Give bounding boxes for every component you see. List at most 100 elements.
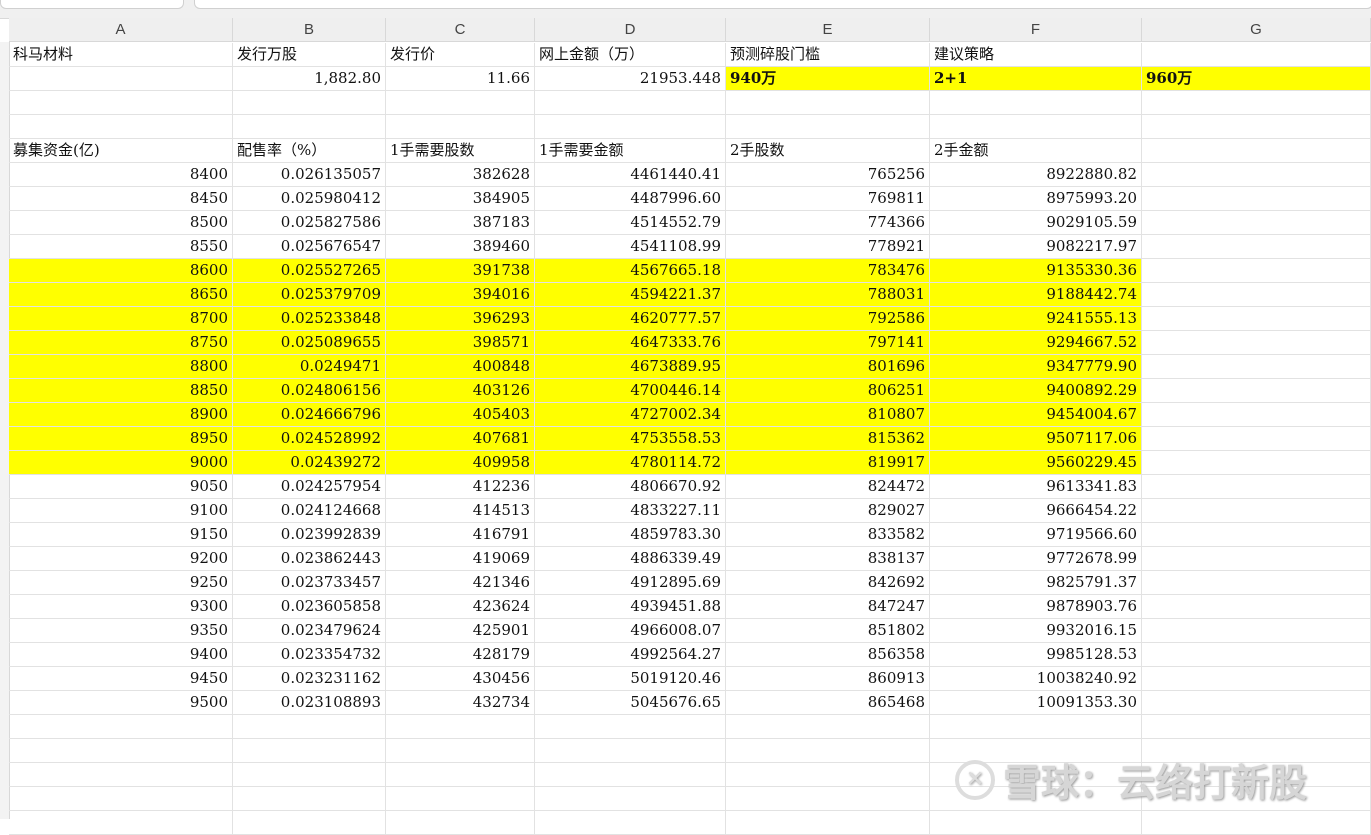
table-cell[interactable]: 0.023733457 [233,571,386,595]
table-cell[interactable]: 423624 [386,595,535,619]
cell-empty[interactable] [726,715,930,739]
cell-empty[interactable] [386,715,535,739]
table-cell[interactable]: 9200 [9,547,233,571]
cell-label[interactable]: 科马材料 [9,43,233,67]
table-cell[interactable] [1142,475,1371,499]
cell-empty[interactable] [233,739,386,763]
table-cell[interactable]: 0.025827586 [233,211,386,235]
table-cell[interactable] [1142,691,1371,715]
table-cell[interactable]: 9985128.53 [930,643,1142,667]
table-cell[interactable]: 842692 [726,571,930,595]
cell-empty[interactable] [535,787,726,811]
table-cell[interactable]: 4886339.49 [535,547,726,571]
cell-value[interactable]: 960万 [1142,67,1371,91]
table-cell[interactable]: 4833227.11 [535,499,726,523]
cell-empty[interactable] [726,739,930,763]
table-cell[interactable]: 8650 [9,283,233,307]
table-cell[interactable] [1142,427,1371,451]
cell-empty[interactable] [1142,91,1371,115]
cell-empty[interactable] [535,91,726,115]
table-cell[interactable]: 9719566.60 [930,523,1142,547]
cell-empty[interactable] [386,739,535,763]
table-cell[interactable]: 4753558.53 [535,427,726,451]
table-cell[interactable] [1142,523,1371,547]
cell-label[interactable]: 建议策略 [930,43,1142,67]
table-cell[interactable]: 9029105.59 [930,211,1142,235]
cell-label[interactable]: 发行万股 [233,43,386,67]
table-cell[interactable] [1142,355,1371,379]
table-cell[interactable] [1142,619,1371,643]
cell-value[interactable]: 1,882.80 [233,67,386,91]
cell-empty[interactable] [233,715,386,739]
sheet-tab[interactable] [0,0,184,9]
table-cell[interactable]: 4966008.07 [535,619,726,643]
table-cell[interactable]: 382628 [386,163,535,187]
cell-empty[interactable] [9,715,233,739]
table-cell[interactable]: 0.025089655 [233,331,386,355]
table-cell[interactable]: 847247 [726,595,930,619]
cell-empty[interactable] [535,715,726,739]
table-cell[interactable]: 838137 [726,547,930,571]
table-cell[interactable]: 4992564.27 [535,643,726,667]
table-cell[interactable]: 0.023605858 [233,595,386,619]
cell-value[interactable]: 21953.448 [535,67,726,91]
column-header-b[interactable]: B [233,18,386,42]
table-cell[interactable]: 815362 [726,427,930,451]
cell-empty[interactable] [233,787,386,811]
cell-empty[interactable] [930,115,1142,139]
table-cell[interactable]: 8950 [9,427,233,451]
table-cell[interactable]: 9082217.97 [930,235,1142,259]
table-cell[interactable]: 9100 [9,499,233,523]
column-header-c[interactable]: C [386,18,535,42]
cell-empty[interactable] [386,811,535,835]
table-cell[interactable]: 860913 [726,667,930,691]
cell-empty[interactable] [233,763,386,787]
table-cell[interactable]: 4859783.30 [535,523,726,547]
table-cell[interactable] [1142,571,1371,595]
table-cell[interactable]: 396293 [386,307,535,331]
cell-label[interactable] [1142,43,1371,67]
table-cell[interactable]: 9772678.99 [930,547,1142,571]
table-cell[interactable]: 865468 [726,691,930,715]
table-cell[interactable]: 407681 [386,427,535,451]
table-cell[interactable]: 9454004.67 [930,403,1142,427]
column-header-a[interactable]: A [9,18,233,42]
table-cell[interactable]: 400848 [386,355,535,379]
table-cell[interactable] [1142,187,1371,211]
table-cell[interactable]: 9507117.06 [930,427,1142,451]
cell-empty[interactable] [9,763,233,787]
table-cell[interactable] [1142,667,1371,691]
table-cell[interactable]: 8400 [9,163,233,187]
table-cell[interactable]: 806251 [726,379,930,403]
column-header-f[interactable]: F [930,18,1142,42]
table-cell[interactable]: 0.02439272 [233,451,386,475]
table-cell[interactable] [1142,403,1371,427]
table-cell[interactable] [1142,331,1371,355]
table-cell[interactable] [1142,163,1371,187]
table-cell[interactable] [1142,283,1371,307]
table-cell[interactable]: 801696 [726,355,930,379]
table-cell[interactable]: 765256 [726,163,930,187]
table-cell[interactable]: 9241555.13 [930,307,1142,331]
table-cell[interactable]: 792586 [726,307,930,331]
cell-empty[interactable] [930,91,1142,115]
cell-empty[interactable] [1142,715,1371,739]
table-cell[interactable]: 389460 [386,235,535,259]
table-cell[interactable]: 0.025233848 [233,307,386,331]
table-cell[interactable]: 394016 [386,283,535,307]
cell-empty[interactable] [535,739,726,763]
cell-value[interactable]: 940万 [726,67,930,91]
table-cell[interactable]: 8500 [9,211,233,235]
table-cell[interactable]: 9000 [9,451,233,475]
table-cell[interactable]: 8700 [9,307,233,331]
table-cell[interactable]: 430456 [386,667,535,691]
cell-value[interactable]: 11.66 [386,67,535,91]
table-cell[interactable]: 769811 [726,187,930,211]
table-cell[interactable]: 9450 [9,667,233,691]
table-cell[interactable]: 5019120.46 [535,667,726,691]
cell-empty[interactable] [233,91,386,115]
table-cell[interactable]: 0.024124668 [233,499,386,523]
table-cell[interactable] [1142,235,1371,259]
table-cell[interactable]: 9050 [9,475,233,499]
table-cell[interactable]: 9350 [9,619,233,643]
